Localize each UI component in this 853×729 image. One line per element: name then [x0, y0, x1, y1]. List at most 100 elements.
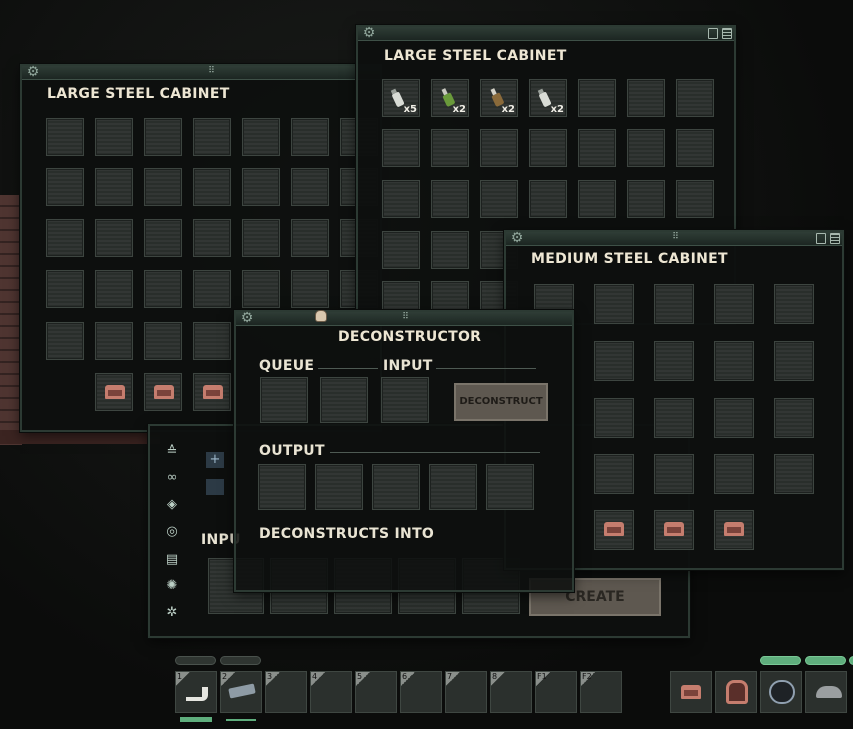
inventory-slot[interactable] [627, 180, 665, 218]
inventory-slot[interactable] [291, 118, 329, 156]
inventory-slot[interactable] [193, 322, 231, 360]
inventory-slot[interactable] [144, 219, 182, 257]
inventory-slot[interactable] [193, 168, 231, 206]
hotbar-slot-3[interactable]: 3 [265, 671, 307, 713]
inventory-slot[interactable] [654, 398, 694, 438]
hotbar-slot-2[interactable]: 2 [220, 671, 262, 713]
hotbar-slot-1[interactable]: 1 [175, 671, 217, 713]
drag-handle-icon[interactable]: ⠿ [398, 312, 412, 324]
inventory-slot[interactable] [144, 373, 182, 411]
medkit-icon[interactable]: + [206, 452, 224, 468]
hose-icon[interactable] [206, 479, 224, 495]
inventory-slot[interactable] [144, 270, 182, 308]
equipment-slot[interactable] [760, 671, 802, 713]
window-title-bar[interactable]: ⚙ ⠿ [236, 310, 572, 326]
hardhat-icon[interactable]: ≙ [164, 444, 180, 460]
inventory-slot[interactable] [578, 129, 616, 167]
inventory-slot[interactable] [382, 180, 420, 218]
inventory-slot[interactable] [529, 129, 567, 167]
inventory-slot[interactable] [95, 270, 133, 308]
inventory-slot[interactable] [242, 118, 280, 156]
gear-icon[interactable]: ⚙ [25, 64, 41, 80]
inventory-slot[interactable] [144, 118, 182, 156]
inventory-slot[interactable] [95, 168, 133, 206]
equipment-toggle[interactable] [849, 656, 853, 665]
inventory-slot[interactable] [774, 454, 814, 494]
inventory-slot[interactable] [627, 79, 665, 117]
inventory-slot[interactable] [594, 454, 634, 494]
inventory-slot[interactable] [193, 118, 231, 156]
queue-slot[interactable] [320, 377, 368, 423]
inventory-slot[interactable] [594, 284, 634, 324]
hotbar-slot-8[interactable]: 8 [490, 671, 532, 713]
drag-handle-icon[interactable]: ⠿ [204, 66, 218, 78]
gear-icon[interactable]: ⚙ [239, 310, 255, 326]
inventory-slot[interactable] [654, 454, 694, 494]
queue-slot[interactable] [260, 377, 308, 423]
output-slot[interactable] [429, 464, 477, 510]
inventory-slot[interactable] [529, 180, 567, 218]
hotbar-slot-6[interactable]: 6 [400, 671, 442, 713]
window-title-bar[interactable]: ⚙ ⠿ [22, 64, 380, 80]
inventory-slot[interactable] [654, 284, 694, 324]
equipment-toggle[interactable] [805, 656, 846, 665]
inventory-slot[interactable] [193, 219, 231, 257]
inventory-slot[interactable] [578, 79, 616, 117]
duplicate-window-icon[interactable] [816, 233, 826, 244]
inventory-slot[interactable] [676, 180, 714, 218]
inventory-slot[interactable] [431, 231, 469, 269]
input-slot[interactable] [381, 377, 429, 423]
binoculars-icon[interactable]: ∞ [164, 470, 180, 486]
inventory-slot[interactable] [291, 270, 329, 308]
inventory-slot[interactable] [676, 129, 714, 167]
inventory-slot[interactable] [46, 219, 84, 257]
inventory-slot[interactable] [46, 322, 84, 360]
inventory-slot[interactable] [594, 510, 634, 550]
inventory-slot[interactable] [676, 79, 714, 117]
inventory-slot[interactable] [95, 219, 133, 257]
window-title-bar[interactable]: ⚙ ⠿ [506, 230, 842, 246]
inventory-slot[interactable] [654, 510, 694, 550]
tank-icon[interactable]: ▤ [164, 552, 180, 568]
inventory-slot[interactable] [480, 129, 518, 167]
inventory-slot[interactable] [46, 270, 84, 308]
misc-icon[interactable]: ✲ [164, 605, 180, 621]
equipment-slot[interactable] [715, 671, 757, 713]
inventory-slot[interactable] [714, 341, 754, 381]
inventory-slot[interactable] [46, 118, 84, 156]
list-view-icon[interactable] [722, 28, 732, 39]
equipment-slot[interactable] [805, 671, 847, 713]
inventory-slot[interactable] [774, 398, 814, 438]
hotbar-toggle[interactable] [220, 656, 261, 665]
inventory-slot[interactable] [714, 510, 754, 550]
inventory-slot[interactable] [627, 129, 665, 167]
inventory-slot-extinguisher[interactable]: x5 [382, 79, 420, 117]
output-slot[interactable] [372, 464, 420, 510]
hotbar-slot-f1[interactable]: F1 [535, 671, 577, 713]
hotbar-slot-7[interactable]: 7 [445, 671, 487, 713]
hotbar-toggle[interactable] [175, 656, 216, 665]
inventory-slot[interactable] [193, 270, 231, 308]
inventory-slot[interactable] [714, 398, 754, 438]
inventory-slot-extinguisher[interactable]: x2 [529, 79, 567, 117]
output-slot[interactable] [258, 464, 306, 510]
deconstruct-button[interactable]: DECONSTRUCT [454, 383, 548, 421]
hotbar-slot-f2[interactable]: F2 [580, 671, 622, 713]
inventory-slot[interactable] [480, 180, 518, 218]
inventory-slot[interactable] [594, 398, 634, 438]
inventory-slot[interactable] [431, 129, 469, 167]
output-slot[interactable] [315, 464, 363, 510]
inventory-slot[interactable] [714, 454, 754, 494]
inventory-slot[interactable] [144, 322, 182, 360]
inventory-slot[interactable] [242, 270, 280, 308]
inventory-slot[interactable] [594, 341, 634, 381]
equipment-slot[interactable] [670, 671, 712, 713]
inventory-slot[interactable] [578, 180, 616, 218]
inventory-slot[interactable] [382, 129, 420, 167]
inventory-slot[interactable] [95, 118, 133, 156]
inventory-slot[interactable] [144, 168, 182, 206]
inventory-slot[interactable] [242, 168, 280, 206]
inventory-slot[interactable] [193, 373, 231, 411]
inventory-slot[interactable] [95, 373, 133, 411]
inventory-slot[interactable] [654, 341, 694, 381]
